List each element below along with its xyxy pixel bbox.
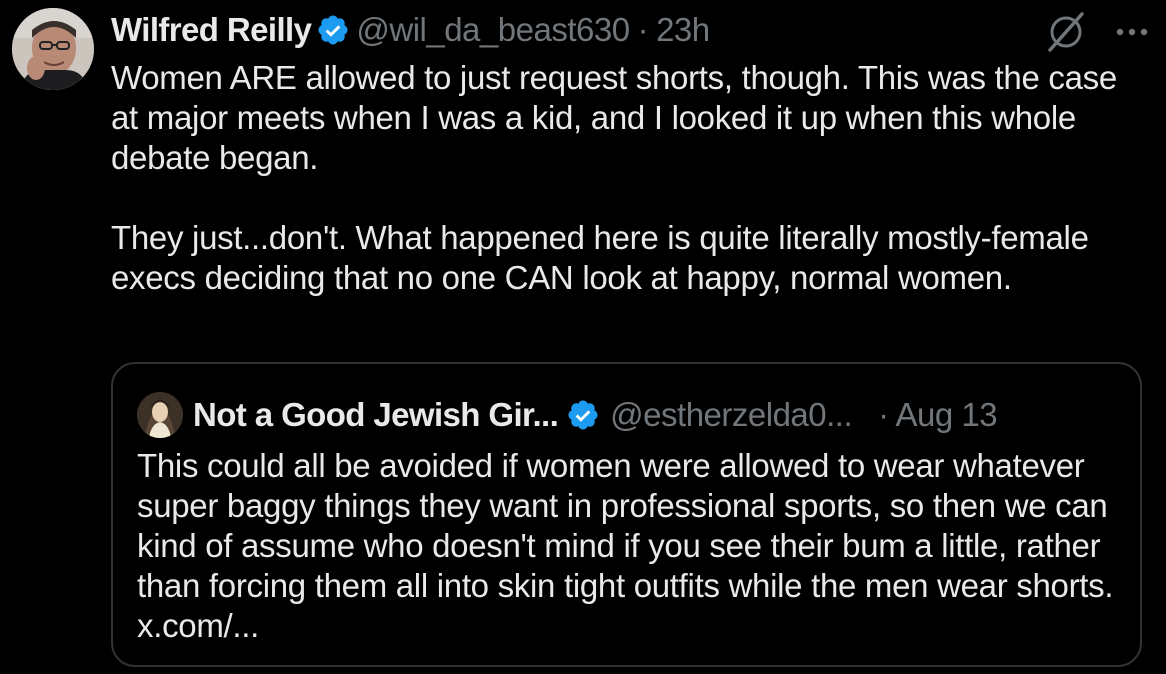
quoted-verified-badge-icon bbox=[566, 398, 600, 432]
quoted-tweet-text: This could all be avoided if women were … bbox=[137, 447, 1114, 644]
verified-badge-icon bbox=[316, 13, 350, 47]
tweet-actions-top bbox=[1044, 10, 1152, 54]
meta-separator: · bbox=[637, 11, 649, 48]
tweet-header: Wilfred Reilly @wil_da_beast630 · 23h bbox=[111, 10, 710, 50]
grok-icon[interactable] bbox=[1044, 10, 1088, 54]
quoted-tweet-card[interactable]: Not a Good Jewish Gir... @estherzelda0..… bbox=[111, 362, 1142, 667]
author-avatar-image bbox=[12, 8, 94, 90]
quoted-author-avatar bbox=[137, 392, 183, 438]
quoted-tweet-date: · Aug 13 bbox=[878, 396, 998, 433]
quoted-tweet-header: Not a Good Jewish Gir... @estherzelda0..… bbox=[137, 392, 1127, 438]
more-options-icon[interactable] bbox=[1112, 12, 1152, 52]
quoted-author-handle: @estherzelda0... bbox=[610, 396, 853, 433]
author-name[interactable]: Wilfred Reilly bbox=[111, 11, 312, 49]
author-avatar[interactable] bbox=[12, 8, 94, 90]
tweet-text: Women ARE allowed to just request shorts… bbox=[111, 59, 1117, 296]
author-handle[interactable]: @wil_da_beast630 bbox=[356, 11, 630, 49]
quoted-author-name: Not a Good Jewish Gir... bbox=[193, 396, 559, 433]
tweet-timestamp[interactable]: 23h bbox=[656, 11, 710, 49]
